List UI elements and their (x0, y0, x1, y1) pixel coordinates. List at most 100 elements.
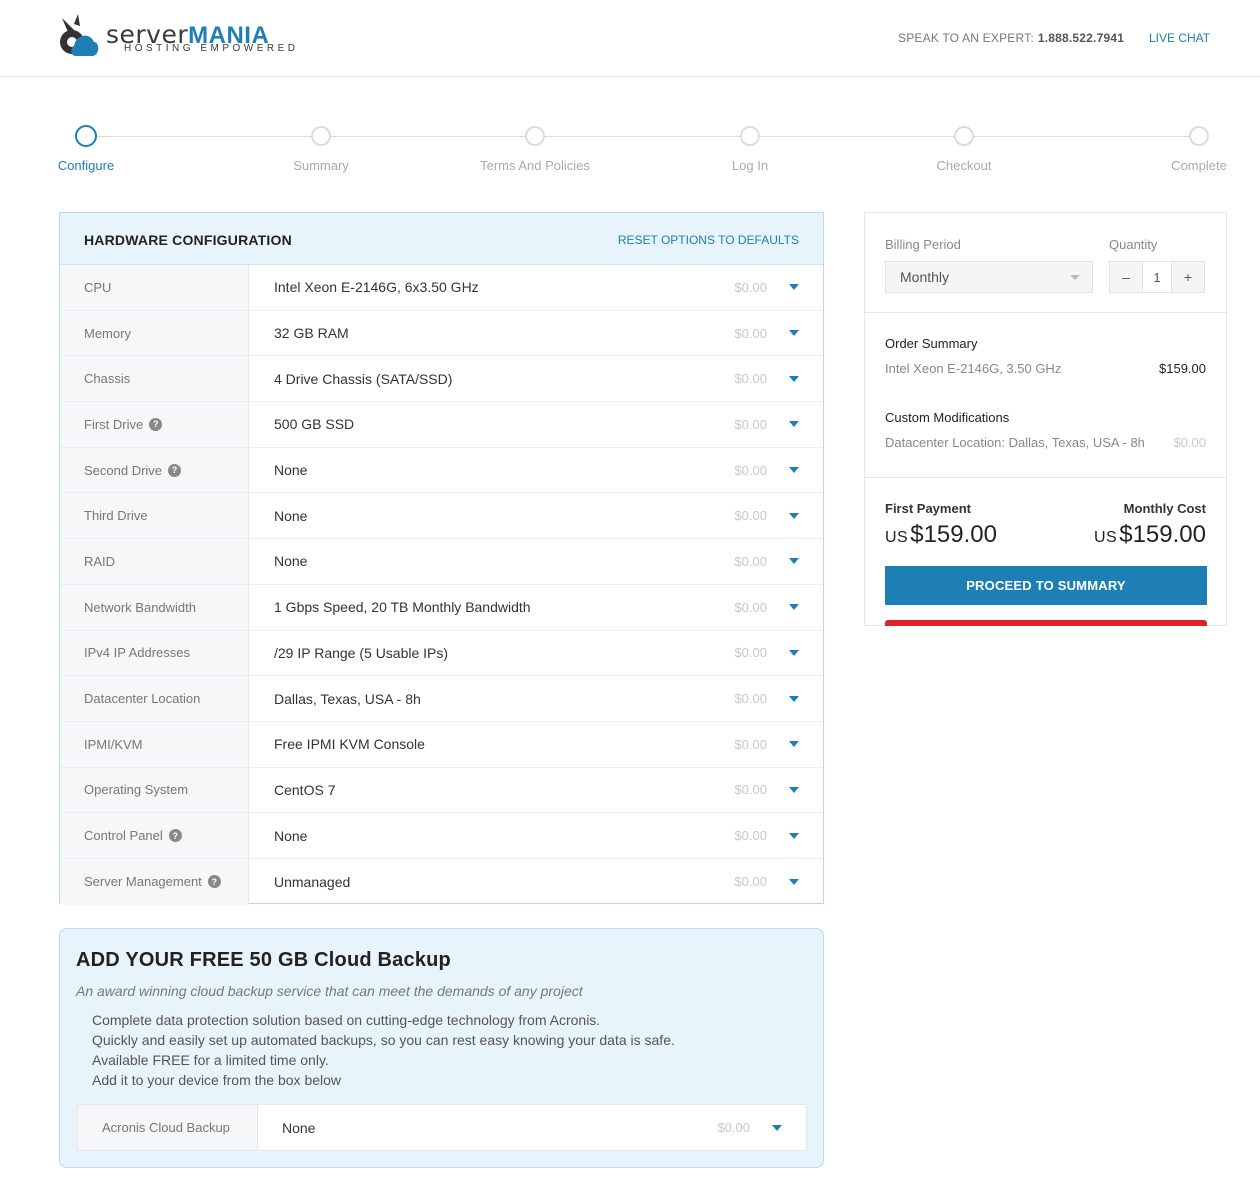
billing-period-select[interactable]: Monthly (885, 261, 1093, 293)
hardware-row-label: Datacenter Location (60, 676, 249, 721)
step-checkout[interactable]: Checkout (937, 158, 992, 173)
hardware-row[interactable]: Chassis 4 Drive Chassis (SATA/SSD) $0.00 (60, 356, 823, 403)
quantity-increase-button[interactable]: + (1172, 262, 1204, 292)
hardware-row-label: Chassis (60, 356, 249, 402)
hardware-row[interactable]: RAID None $0.00 (60, 539, 823, 585)
hardware-row[interactable]: IPMI/KVM Free IPMI KVM Console $0.00 (60, 721, 823, 768)
custom-modification-item: Datacenter Location: Dallas, Texas, USA … (885, 435, 1145, 450)
chevron-down-icon[interactable] (789, 284, 799, 291)
step-configure[interactable]: Configure (58, 158, 114, 173)
chevron-down-icon[interactable] (789, 421, 799, 428)
acronis-backup-row[interactable]: Acronis Cloud Backup None $0.00 (77, 1104, 807, 1151)
hardware-row-value[interactable]: None (274, 448, 307, 493)
hardware-row-value[interactable]: Dallas, Texas, USA - 8h (274, 676, 421, 721)
chevron-down-icon[interactable] (789, 649, 799, 656)
hardware-row[interactable]: Second Drive? None $0.00 (60, 447, 823, 494)
chevron-down-icon[interactable] (789, 604, 799, 611)
hardware-row-value[interactable]: 500 GB SSD (274, 402, 354, 447)
hardware-row[interactable]: Network Bandwidth 1 Gbps Speed, 20 TB Mon… (60, 584, 823, 631)
help-icon[interactable]: ? (149, 417, 163, 431)
order-summary-item: Intel Xeon E-2146G, 3.50 GHz (885, 361, 1062, 376)
hardware-row-label-text: Third Drive (84, 508, 148, 524)
acronis-backup-value[interactable]: None (282, 1105, 315, 1150)
hardware-row[interactable]: CPU Intel Xeon E-2146G, 6x3.50 GHz $0.00 (60, 265, 823, 311)
hardware-row-value[interactable]: None (274, 539, 307, 584)
order-summary-title: Order Summary (885, 336, 978, 351)
hardware-row-label-text: Datacenter Location (84, 691, 201, 707)
currency-code: US (1094, 529, 1118, 546)
speak-to-expert: SPEAK TO AN EXPERT: 1.888.522.7941 (898, 31, 1124, 45)
hardware-row[interactable]: Control Panel? None $0.00 (60, 813, 823, 859)
hardware-row[interactable]: Server Management? Unmanaged $0.00 (60, 858, 823, 905)
hardware-row-value[interactable]: Intel Xeon E-2146G, 6x3.50 GHz (274, 265, 479, 310)
hardware-row[interactable]: First Drive? 500 GB SSD $0.00 (60, 402, 823, 448)
help-icon[interactable]: ? (168, 463, 182, 477)
hardware-row-label: Second Drive? (60, 447, 249, 493)
custom-modifications-title: Custom Modifications (885, 410, 1010, 425)
proceed-to-summary-button[interactable]: PROCEED TO SUMMARY (885, 566, 1207, 605)
chevron-down-icon[interactable] (789, 832, 799, 839)
help-icon[interactable]: ? (168, 829, 182, 843)
phone-number[interactable]: 1.888.522.7941 (1038, 31, 1124, 45)
hardware-row-value[interactable]: 32 GB RAM (274, 311, 349, 356)
hardware-row-price: $0.00 (734, 599, 767, 615)
hardware-row-price: $0.00 (734, 645, 767, 661)
hardware-row-value[interactable]: CentOS 7 (274, 768, 335, 813)
hardware-row-value[interactable]: /29 IP Range (5 Usable IPs) (274, 631, 448, 676)
step-dot-configure (75, 125, 97, 147)
acronis-backup-label: Acronis Cloud Backup (78, 1105, 258, 1150)
chevron-down-icon[interactable] (789, 695, 799, 702)
hardware-row-label: IPMI/KVM (60, 721, 249, 767)
hardware-row[interactable]: Third Drive None $0.00 (60, 493, 823, 540)
chevron-down-icon (1070, 275, 1080, 280)
hardware-row-label-text: IPv4 IP Addresses (84, 645, 190, 661)
quantity-decrease-button[interactable]: – (1110, 262, 1142, 292)
hardware-row-label-text: Memory (84, 325, 131, 341)
hardware-row-value[interactable]: None (274, 813, 307, 858)
site-header: serverMANIA HOSTING EMPOWERED SPEAK TO A… (0, 0, 1260, 77)
servermania-logo[interactable]: serverMANIA HOSTING EMPOWERED (54, 12, 314, 62)
quantity-input[interactable]: 1 (1142, 262, 1172, 292)
hardware-row-value[interactable]: None (274, 493, 307, 538)
hardware-row-price: $0.00 (734, 462, 767, 478)
hardware-row[interactable]: Operating System CentOS 7 $0.00 (60, 767, 823, 814)
hardware-row-value[interactable]: Unmanaged (274, 859, 350, 905)
hardware-row[interactable]: Memory 32 GB RAM $0.00 (60, 310, 823, 357)
chevron-down-icon[interactable] (789, 330, 799, 337)
reset-defaults-link[interactable]: RESET OPTIONS TO DEFAULTS (618, 233, 799, 247)
chevron-down-icon[interactable] (789, 467, 799, 474)
hardware-row-value[interactable]: 1 Gbps Speed, 20 TB Monthly Bandwidth (274, 585, 531, 630)
chevron-down-icon[interactable] (789, 512, 799, 519)
hardware-row-value[interactable]: 4 Drive Chassis (SATA/SSD) (274, 356, 452, 401)
hardware-row-price: $0.00 (734, 691, 767, 707)
first-payment-label: First Payment (885, 501, 971, 516)
step-dot-login (740, 126, 760, 146)
step-summary[interactable]: Summary (293, 158, 349, 173)
step-dot-summary (311, 126, 331, 146)
hardware-row[interactable]: IPv4 IP Addresses/29 IP Range (5 Usable … (60, 630, 823, 677)
chevron-down-icon[interactable] (789, 786, 799, 793)
chevron-down-icon[interactable] (789, 375, 799, 382)
hardware-row-price: $0.00 (734, 828, 767, 844)
hardware-row-label: IPv4 IP Addresses (60, 630, 249, 676)
chevron-down-icon[interactable] (789, 878, 799, 885)
cloud-backup-description: Complete data protection solution based … (92, 1010, 675, 1090)
step-complete[interactable]: Complete (1171, 158, 1227, 173)
logo-mark-icon (60, 14, 99, 56)
chevron-down-icon[interactable] (789, 558, 799, 565)
help-icon[interactable]: ? (207, 875, 221, 889)
chevron-down-icon[interactable] (789, 741, 799, 748)
cloud-backup-line: Quickly and easily set up automated back… (92, 1032, 675, 1048)
cloud-backup-subtitle: An award winning cloud backup service th… (76, 983, 583, 999)
hardware-row-value[interactable]: Free IPMI KVM Console (274, 722, 425, 767)
step-terms[interactable]: Terms And Policies (480, 158, 590, 173)
cloud-backup-line: Add it to your device from the box below (92, 1072, 342, 1088)
hardware-configuration: HARDWARE CONFIGURATION RESET OPTIONS TO … (59, 212, 824, 905)
hardware-row[interactable]: Datacenter Location Dallas, Texas, USA - … (60, 676, 823, 722)
chevron-down-icon[interactable] (772, 1124, 782, 1131)
live-chat-link[interactable]: LIVE CHAT (1149, 31, 1210, 45)
hardware-row-label-text: Network Bandwidth (84, 599, 196, 615)
currency-code: US (885, 529, 909, 546)
step-login[interactable]: Log In (732, 158, 768, 173)
hardware-row-label-text: Control Panel (84, 828, 163, 844)
